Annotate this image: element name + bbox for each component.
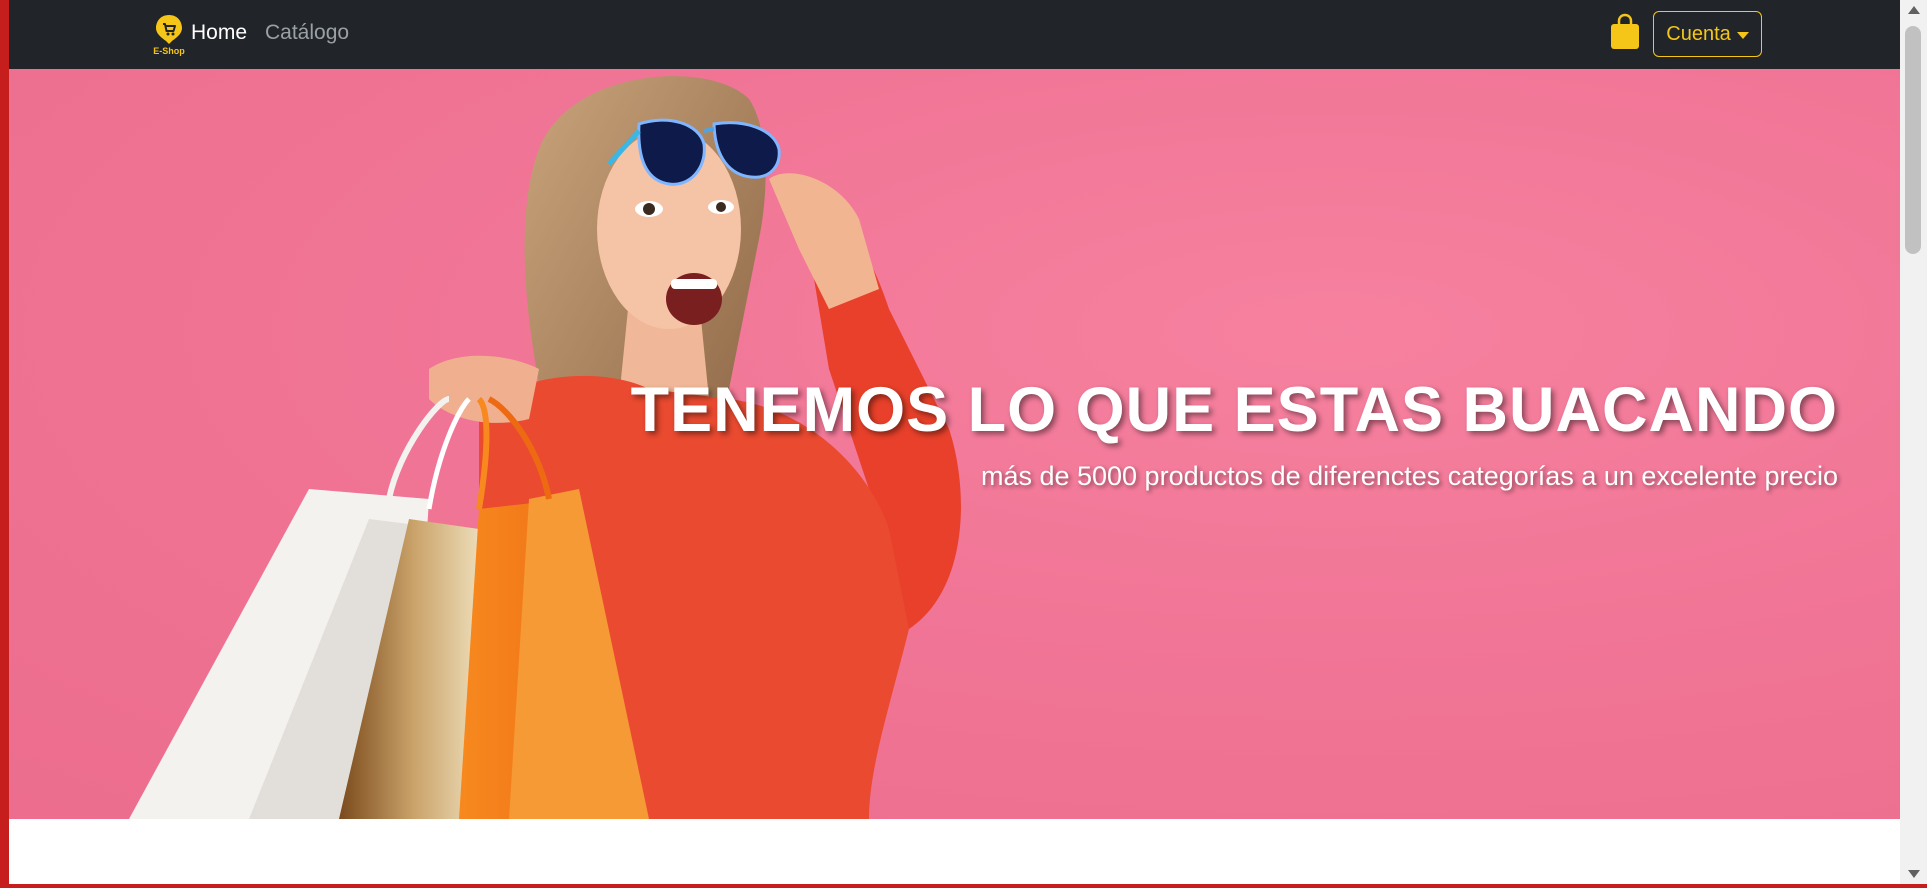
page-scrollbar[interactable] xyxy=(1900,0,1927,884)
brand-text: E-Shop xyxy=(153,46,185,56)
shopping-bag-icon[interactable] xyxy=(1609,13,1641,51)
hero-subtitle: más de 5000 productos de diferenctes cat… xyxy=(980,461,1838,491)
account-dropdown-button[interactable]: Cuenta xyxy=(1653,11,1762,57)
scroll-up-arrow-icon[interactable] xyxy=(1908,6,1920,14)
hero-banner: TENEMOS LO QUE ESTAS BUACANDO más de 500… xyxy=(9,69,1900,819)
caret-down-icon xyxy=(1736,31,1749,39)
eshop-logo-icon[interactable]: E-Shop xyxy=(145,12,193,56)
nav-link-catalogo[interactable]: Catálogo xyxy=(265,21,349,45)
scroll-down-arrow-icon[interactable] xyxy=(1908,870,1920,878)
scrollbar-thumb[interactable] xyxy=(1905,26,1921,254)
top-navbar: E-Shop Home Catálogo Cuenta xyxy=(9,0,1900,69)
window-frame-bottom xyxy=(0,884,1927,888)
window-frame-left xyxy=(0,0,9,888)
hero-title: TENEMOS LO QUE ESTAS BUACANDO xyxy=(630,375,1838,445)
account-dropdown-label: Cuenta xyxy=(1666,22,1731,45)
nav-link-home[interactable]: Home xyxy=(191,21,247,45)
